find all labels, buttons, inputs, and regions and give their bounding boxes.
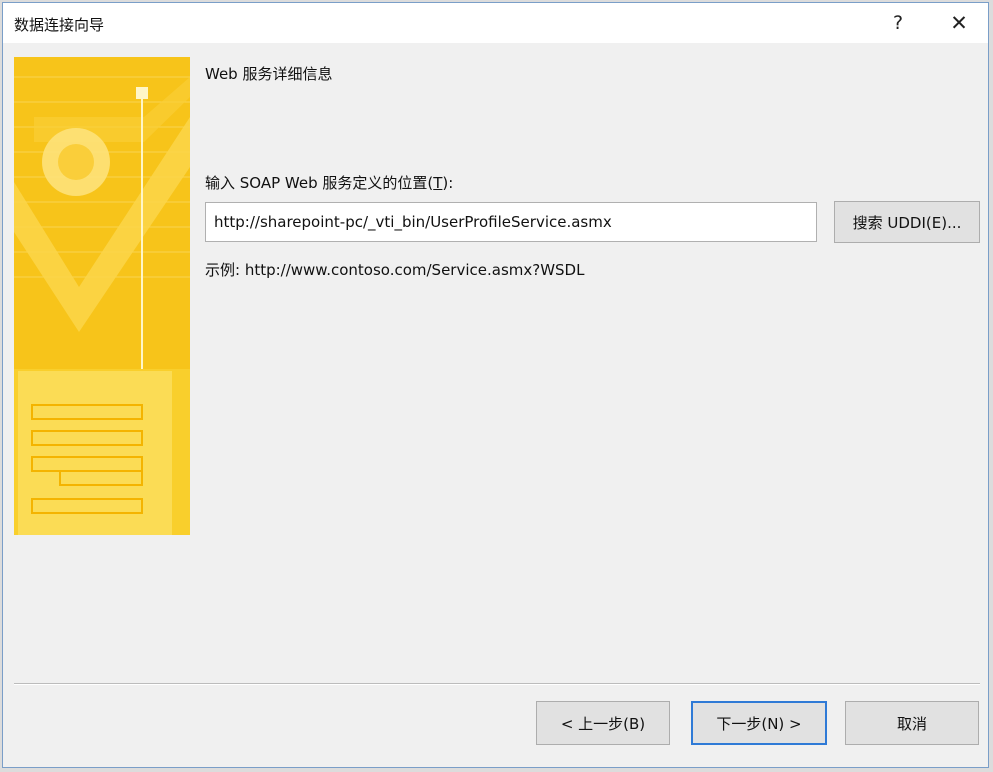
help-icon[interactable]: ?	[883, 9, 913, 37]
window-title: 数据连接向导	[14, 16, 105, 34]
cancel-button[interactable]: 取消	[845, 701, 979, 745]
url-label-suffix: ):	[442, 174, 454, 192]
wsdl-url-input[interactable]	[205, 202, 817, 242]
title-bar: 数据连接向导 ? ✕	[3, 3, 988, 43]
back-button[interactable]: < 上一步(B)	[536, 701, 670, 745]
footer-separator	[14, 683, 980, 685]
page-title: Web 服务详细信息	[205, 65, 333, 83]
wizard-dialog: 数据连接向导 ? ✕ Web 服务详细信息 输入 SOAP Web 服务定义的位…	[2, 2, 989, 768]
next-button[interactable]: 下一步(N) >	[691, 701, 827, 745]
wizard-banner-image	[14, 57, 190, 535]
url-label-prefix: 输入 SOAP Web 服务定义的位置(	[205, 174, 434, 192]
url-example-text: 示例: http://www.contoso.com/Service.asmx?…	[205, 261, 585, 279]
close-icon[interactable]: ✕	[944, 9, 974, 37]
search-uddi-button[interactable]: 搜索 UDDI(E)...	[834, 201, 980, 243]
url-label: 输入 SOAP Web 服务定义的位置(T):	[205, 172, 453, 193]
